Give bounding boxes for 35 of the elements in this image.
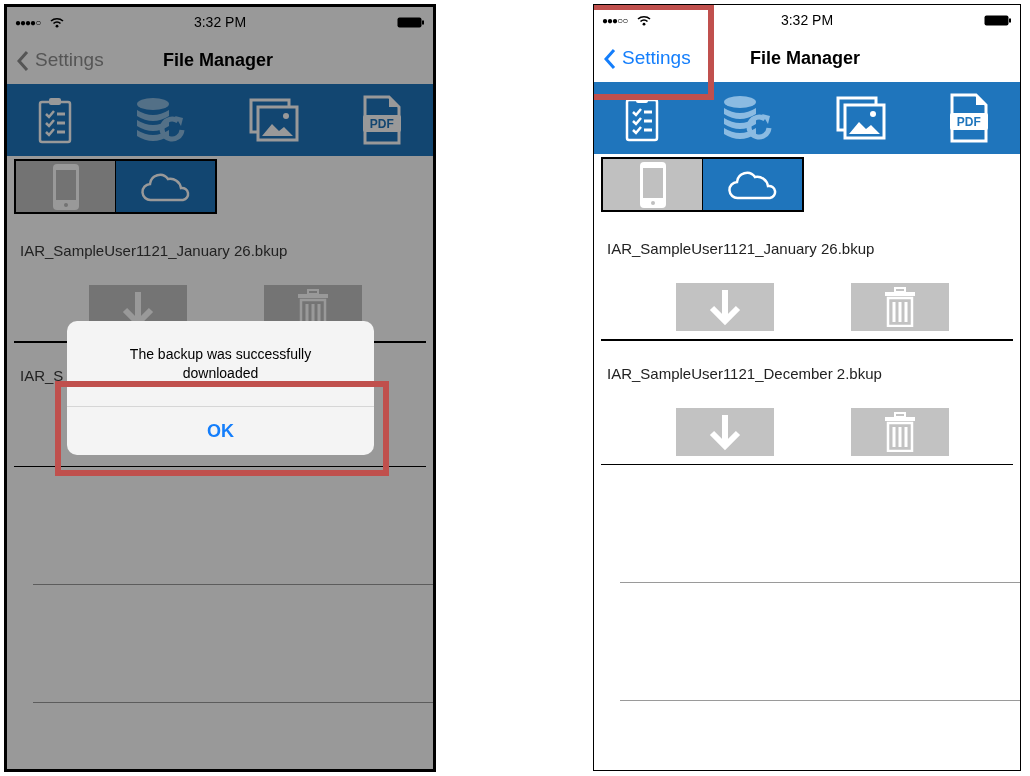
pdf-icon[interactable]: PDF — [361, 95, 402, 145]
phone-icon — [637, 159, 668, 210]
back-button[interactable]: Settings — [7, 37, 122, 84]
cloud-icon — [727, 169, 778, 200]
download-icon — [708, 288, 742, 326]
gallery-icon[interactable] — [836, 96, 887, 140]
signal-indicator: ●●●●○ — [15, 15, 41, 30]
back-chevron-icon — [17, 49, 29, 72]
trash-icon — [884, 287, 916, 327]
back-button[interactable]: Settings — [594, 35, 709, 82]
file-name: IAR_SampleUser1121_December 2.bkup — [607, 364, 882, 382]
alert-message: The backup was successfully downloaded — [128, 344, 313, 383]
file-name: IAR_SampleUser1121_January 26.bkup — [20, 242, 288, 259]
checklist-icon[interactable] — [38, 96, 73, 144]
wifi-icon — [637, 14, 652, 26]
phone-icon — [50, 161, 81, 212]
ok-button[interactable]: OK — [67, 407, 374, 455]
battery-icon — [984, 14, 1012, 26]
cloud-icon — [140, 171, 191, 202]
battery-icon — [397, 16, 425, 28]
download-icon — [708, 412, 742, 451]
status-time: 3:32 PM — [193, 12, 247, 32]
signal-indicator: ●●●○○ — [602, 13, 628, 28]
cloud-segment[interactable] — [703, 159, 802, 210]
wifi-icon — [50, 16, 65, 28]
pdf-icon[interactable]: PDF — [948, 93, 989, 143]
file-name: IAR_SampleUser1121_January 26.bkup — [607, 240, 875, 257]
trash-icon — [884, 411, 916, 452]
screen-title: File Manager — [750, 47, 861, 70]
file-name: IAR_S — [20, 366, 64, 384]
cloud-segment[interactable] — [116, 161, 215, 212]
status-time: 3:32 PM — [780, 10, 834, 30]
screen-title: File Manager — [163, 49, 274, 72]
back-chevron-icon — [604, 47, 616, 70]
gallery-icon[interactable] — [249, 98, 300, 142]
